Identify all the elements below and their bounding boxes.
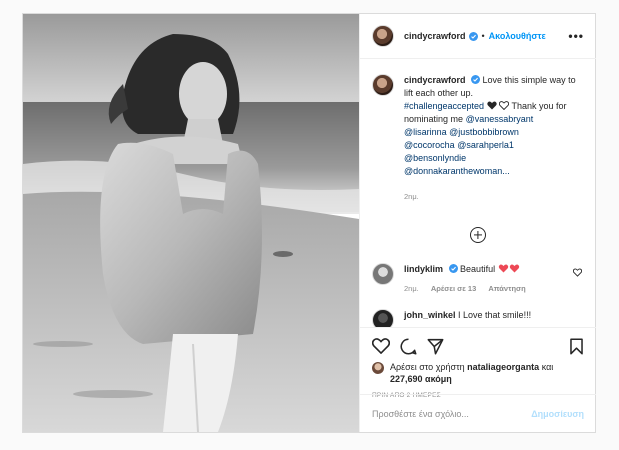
share-paper-plane-icon[interactable] (427, 338, 444, 355)
post-photo[interactable] (23, 14, 359, 432)
post-actions: Αρέσει στο χρήστη nataliageorganta και 2… (360, 327, 596, 399)
black-heart-emoji-icon (486, 101, 497, 110)
comment-bubble-icon[interactable] (400, 338, 417, 355)
comment-username[interactable]: john_winkel (404, 310, 456, 320)
follow-button[interactable]: Ακολουθήστε (489, 31, 546, 41)
comment-text: I Love that smile!!! (458, 310, 532, 320)
verified-badge-icon (471, 75, 481, 84)
mention-link[interactable]: @cocorocha (404, 140, 455, 150)
more-options-button[interactable]: ••• (568, 29, 584, 43)
separator-dot: • (481, 31, 485, 41)
add-comment-bar: Δημοσίευση (360, 394, 596, 432)
comment-age: 2nμ. (404, 284, 419, 293)
caption: cindycrawford Love this simple way to li… (372, 74, 584, 203)
author-avatar[interactable] (372, 25, 394, 47)
commenter-avatar[interactable] (372, 263, 394, 285)
like-heart-icon[interactable] (372, 338, 390, 354)
load-more-comments-icon[interactable] (470, 227, 486, 243)
author-username[interactable]: cindycrawford (404, 31, 466, 41)
verified-badge-icon (468, 31, 478, 41)
caption-username[interactable]: cindycrawford (404, 75, 466, 85)
verified-badge-icon (448, 264, 458, 273)
likes-text: Αρέσει στο χρήστη nataliageorganta και 2… (390, 361, 553, 385)
beach-photo-image (23, 14, 359, 432)
comment-username[interactable]: lindyklim (404, 264, 443, 274)
caption-age: 2nμ. (404, 192, 419, 201)
white-heart-emoji-icon (498, 101, 510, 111)
post-header: cindycrawford • Ακολουθήστε ••• (360, 14, 596, 59)
comment-meta: 2nμ. Αρέσει σε 13 Απάντηση (404, 283, 536, 295)
like-comment-heart-icon[interactable] (573, 268, 582, 277)
comment-body: lindyklim Beautiful 2nμ. Αρέσει σε 13 Απ… (404, 263, 536, 295)
post-comment-button[interactable]: Δημοσίευση (531, 409, 584, 419)
comment-input[interactable] (372, 408, 532, 419)
reply-button[interactable]: Απάντηση (488, 284, 525, 293)
red-heart-emoji-icon (509, 264, 519, 273)
mention-link[interactable]: @bensonlyndie (404, 153, 466, 163)
mention-link[interactable]: @justbobbibrown (449, 127, 519, 137)
post-card: cindycrawford • Ακολουθήστε ••• cindycra… (22, 13, 596, 433)
likes-summary: Αρέσει στο χρήστη nataliageorganta και 2… (372, 361, 584, 385)
mention-link[interactable]: @lisarinna (404, 127, 447, 137)
mention-link[interactable]: @vanessabryant (466, 114, 534, 124)
comment-likes-count[interactable]: Αρέσει σε 13 (431, 284, 476, 293)
comments-list[interactable]: cindycrawford Love this simple way to li… (360, 60, 596, 327)
comment-item: lindyklim Beautiful 2nμ. Αρέσει σε 13 Απ… (372, 263, 584, 295)
likes-prefix: Αρέσει στο χρήστη (390, 362, 465, 372)
mention-link[interactable]: @sarahperla1 (457, 140, 514, 150)
comment-body: john_winkel I Love that smile!!! (404, 309, 531, 327)
likes-conj: και (541, 362, 554, 372)
liker-avatar[interactable] (372, 362, 384, 374)
commenter-avatar[interactable] (372, 309, 394, 327)
post-sidebar: cindycrawford • Ακολουθήστε ••• cindycra… (359, 14, 596, 432)
comment-item: john_winkel I Love that smile!!! (372, 309, 584, 327)
caption-avatar[interactable] (372, 74, 394, 96)
save-bookmark-icon[interactable] (569, 338, 584, 355)
comment-text: Beautiful (460, 264, 496, 274)
action-icons-row (372, 335, 584, 357)
likes-count[interactable]: 227,690 ακόμη (390, 374, 452, 384)
liker-username[interactable]: nataliageorganta (467, 362, 539, 372)
caption-text: cindycrawford Love this simple way to li… (404, 74, 584, 203)
hashtag-link[interactable]: #challengeaccepted (404, 101, 484, 111)
red-heart-emoji-icon (498, 264, 508, 273)
mention-link[interactable]: @donnakaranthewoman... (404, 166, 510, 176)
